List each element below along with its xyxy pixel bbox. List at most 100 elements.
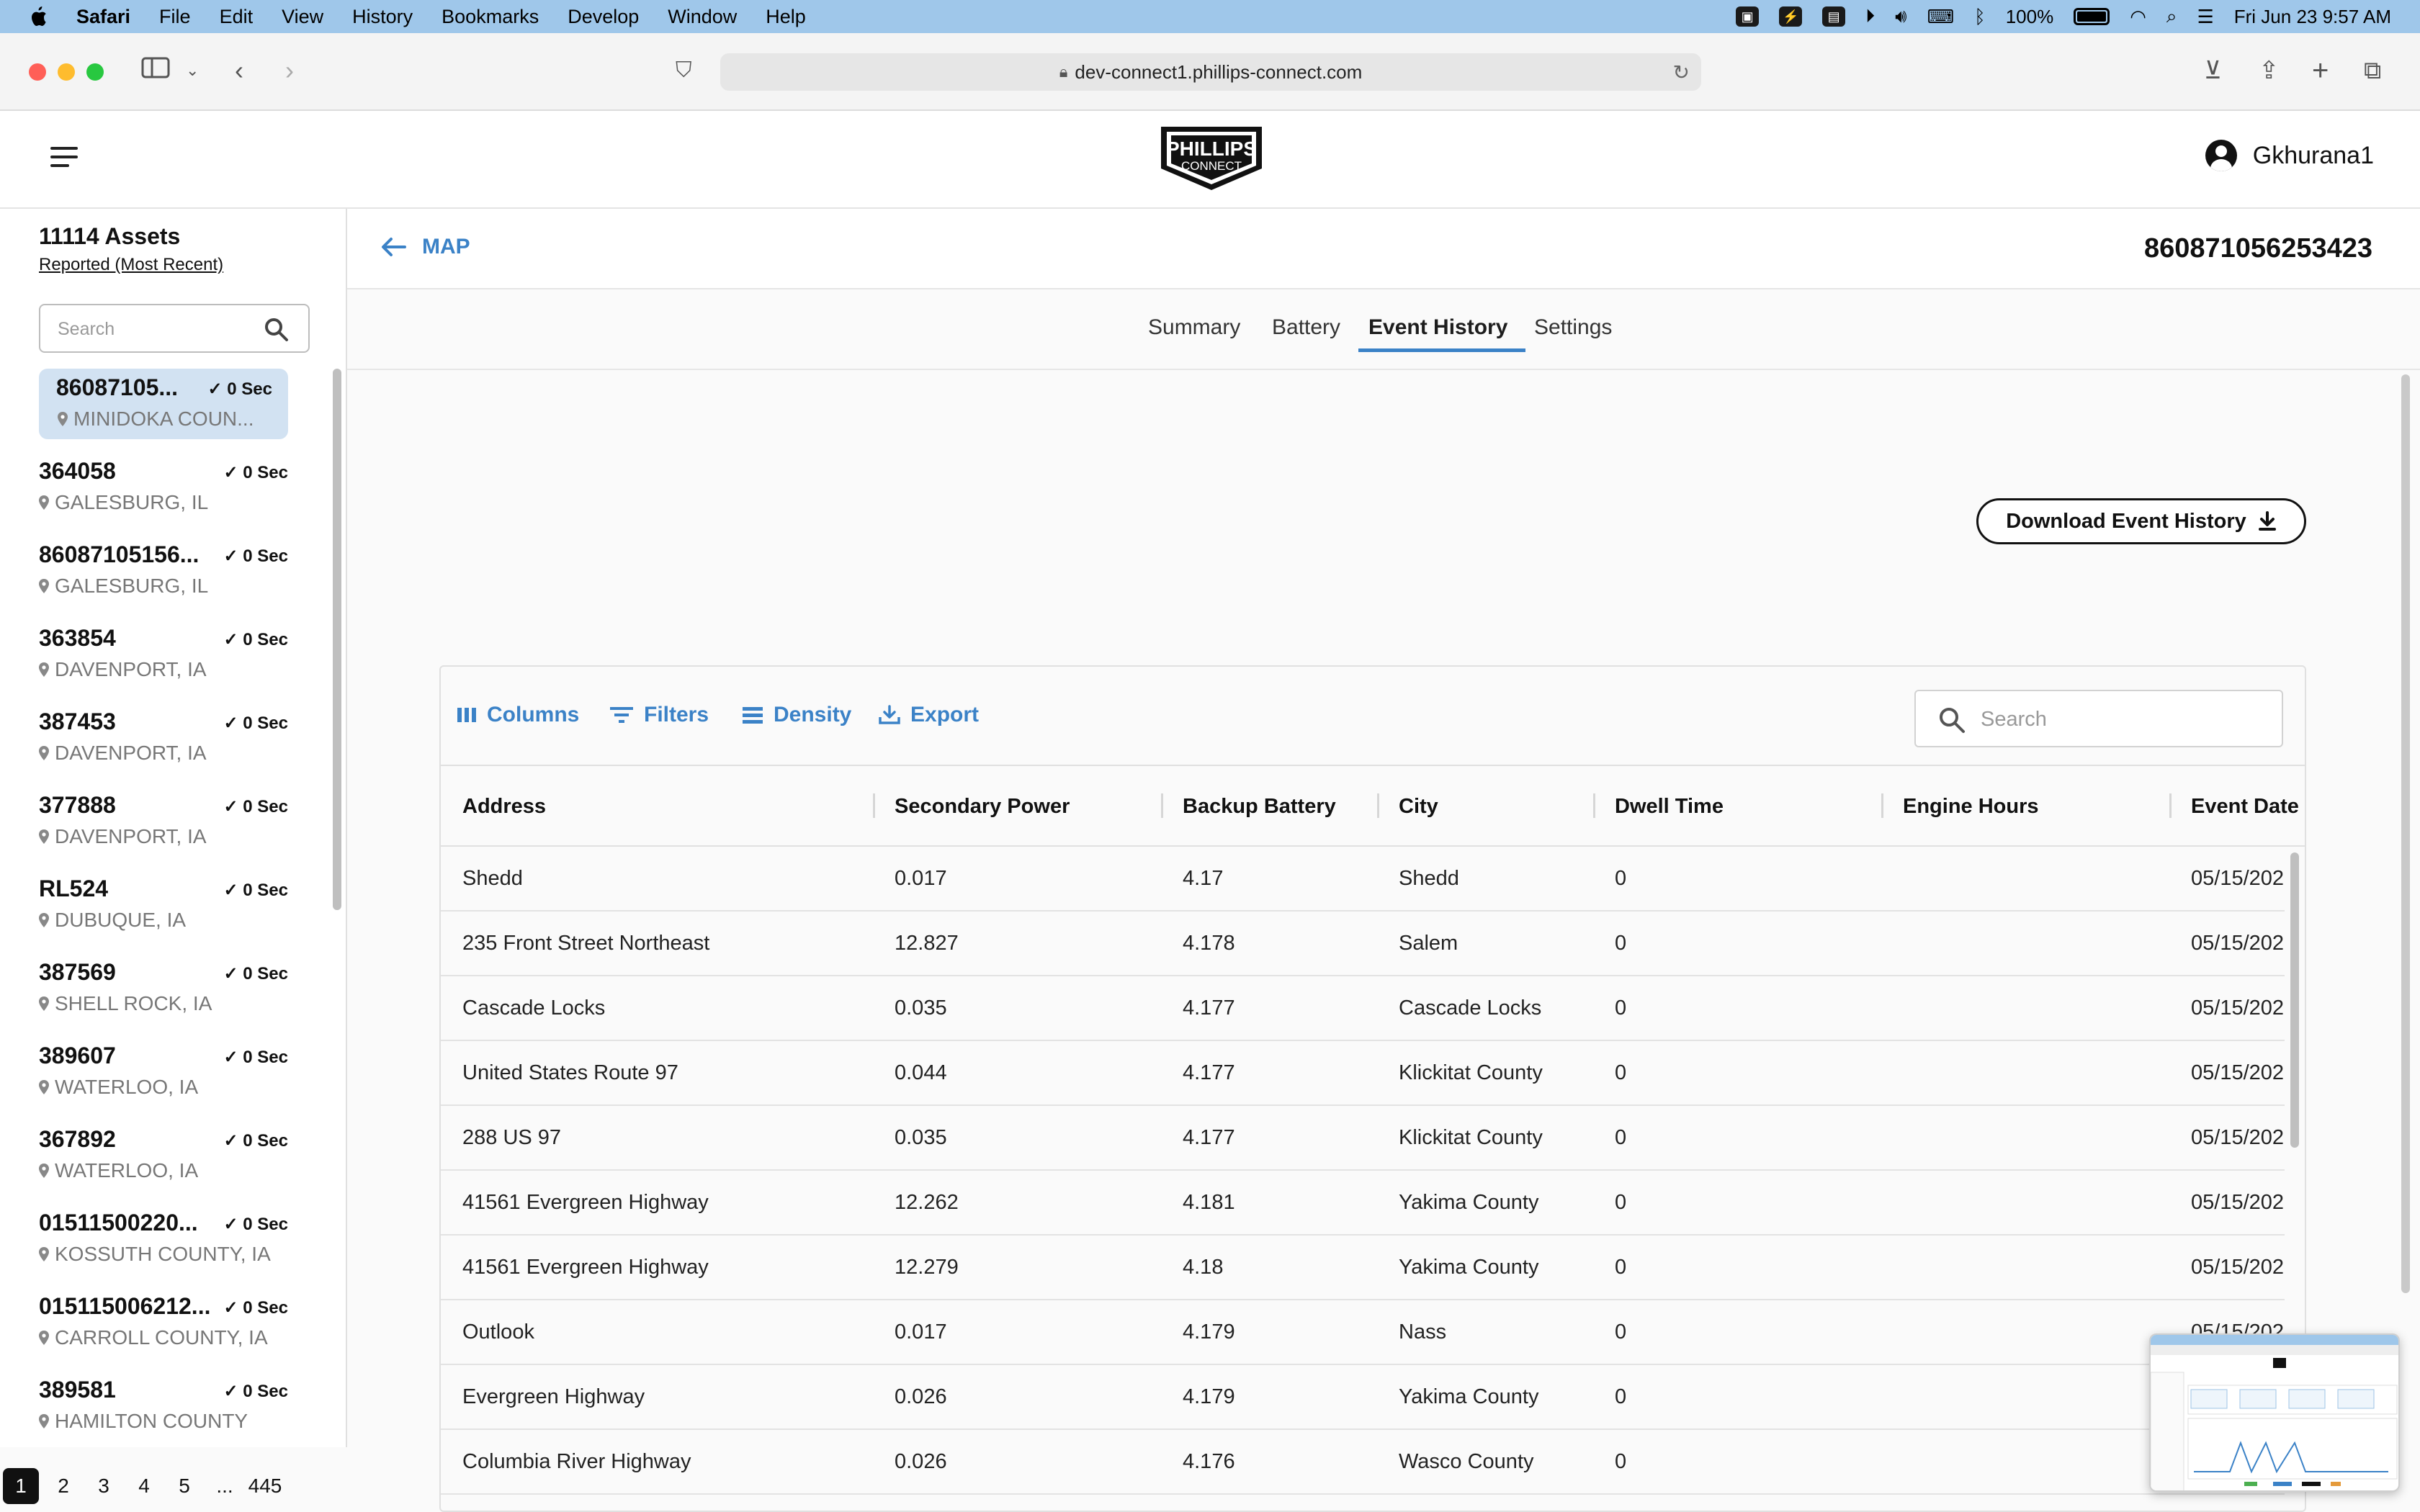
tab-settings[interactable]: Settings [1534,315,1612,340]
grid-scrollbar[interactable] [2290,852,2299,1148]
menu-edit[interactable]: Edit [220,6,254,28]
download-icon[interactable]: ⊻ [2204,55,2222,86]
page-button[interactable]: 2 [43,1468,84,1504]
column-resize-handle[interactable] [873,793,875,818]
table-row[interactable]: Shedd 0.017 4.17 Shedd 0 05/15/202 [441,847,2285,912]
menu-view[interactable]: View [282,6,323,28]
search-icon[interactable] [264,317,290,343]
volume-icon[interactable]: 🔊︎ [1895,5,1906,28]
play-icon[interactable]: ⏵ [1865,5,1875,28]
share-icon[interactable]: ⇪ [2259,55,2280,86]
asset-list-item[interactable]: 364058 ✓ 0 Sec GALESBURG, IL [39,452,288,523]
hamburger-menu-icon[interactable] [50,147,79,168]
column-header[interactable]: Secondary Power [895,795,1070,819]
table-row[interactable]: 235 Front Street Northeast 12.827 4.178 Sal… [441,912,2285,976]
menu-help[interactable]: Help [766,6,806,28]
asset-list-item[interactable]: 86087105156... ✓ 0 Sec GALESBURG, IL [39,536,288,606]
control-center-icon[interactable]: ☰ [2197,6,2213,28]
page-button[interactable]: 3 [84,1468,124,1504]
asset-list-item[interactable]: 387453 ✓ 0 Sec DAVENPORT, IA [39,703,288,773]
menu-app-name[interactable]: Safari [76,6,130,28]
asset-list-item[interactable]: 363854 ✓ 0 Sec DAVENPORT, IA [39,619,288,690]
column-resize-handle[interactable] [1161,793,1163,818]
asset-list-item[interactable]: 86087105... ✓ 0 Sec MINIDOKA COUN... [39,369,288,439]
asset-list-item[interactable]: 015115006212... ✓ 0 Sec CARROLL COUNTY, IA [39,1287,288,1358]
asset-list-item[interactable]: 367892 ✓ 0 Sec WATERLOO, IA [39,1120,288,1191]
apple-icon[interactable] [26,4,49,29]
columns-button[interactable]: Columns [457,703,579,727]
back-to-map-button[interactable]: MAP [380,235,470,259]
menu-bookmarks[interactable]: Bookmarks [442,6,539,28]
menu-develop[interactable]: Develop [568,6,639,28]
export-button[interactable]: Export [879,703,979,727]
menu-clock[interactable]: Fri Jun 23 9:57 AM [2234,6,2391,28]
menu-history[interactable]: History [352,6,413,28]
asset-list-item[interactable]: 377888 ✓ 0 Sec DAVENPORT, IA [39,786,288,857]
page-button[interactable]: 4 [124,1468,164,1504]
column-header[interactable]: Dwell Time [1615,795,1724,819]
column-header[interactable]: City [1399,795,1438,819]
density-button[interactable]: Density [742,703,851,727]
screenshot-thumbnail[interactable] [2149,1333,2400,1492]
column-header[interactable]: Backup Battery [1183,795,1336,819]
menu-file[interactable]: File [159,6,191,28]
asset-list-item[interactable]: 01511500220... ✓ 0 Sec KOSSUTH COUNTY, IA [39,1204,288,1274]
sidebar-toggle-icon[interactable] [141,55,170,86]
filters-button[interactable]: Filters [609,703,709,727]
table-row[interactable]: United States Route 97 0.044 4.177 Klickita… [441,1041,2285,1106]
tab-overview-icon[interactable]: ⧉ [2364,55,2381,86]
back-arrow-icon[interactable]: ‹ [235,55,243,86]
table-row[interactable]: 41561 Evergreen Highway 12.262 4.181 Yakima… [441,1171,2285,1236]
page-button[interactable]: 1 [3,1468,39,1504]
table-row[interactable]: Outlook 0.017 4.179 Nass 0 05/15/202 [441,1300,2285,1365]
wifi-icon[interactable]: ◠ [2130,6,2146,28]
battery-icon[interactable] [2074,8,2110,25]
column-header[interactable]: Event Date [2191,795,2299,819]
privacy-shield-icon[interactable]: ⛉ [676,55,692,86]
table-row[interactable]: Evergreen Highway 0.026 4.179 Yakima County… [441,1365,2285,1430]
close-window-button[interactable] [29,63,46,81]
grid-search-box[interactable] [1914,690,2283,747]
tab-event-history[interactable]: Event History [1368,315,1507,340]
forward-arrow-icon[interactable]: › [285,55,294,86]
table-row[interactable]: 288 US 97 0.035 4.177 Klickitat County 0 05/1… [441,1106,2285,1171]
asset-search-box[interactable] [39,304,310,353]
column-resize-handle[interactable] [1881,793,1883,818]
maximize-window-button[interactable] [86,63,104,81]
table-row[interactable]: Cascade Locks 0.035 4.177 Cascade Locks 0 05/… [441,976,2285,1041]
flash-icon[interactable]: ⚡ [1779,6,1803,27]
table-row[interactable]: Columbia River Highway 0.026 4.176 Wasco Co… [441,1430,2285,1495]
page-button[interactable]: 445 [245,1468,285,1504]
status-app-icon[interactable]: ▣ [1736,6,1760,27]
spotlight-search-icon[interactable]: ⌕ [2166,5,2177,28]
sort-link[interactable]: Reported (Most Recent) [39,255,223,275]
column-header[interactable]: Address [462,795,546,819]
download-event-history-button[interactable]: Download Event History [1976,498,2306,544]
asset-search-input[interactable] [58,317,266,341]
asset-list-item[interactable]: 389581 ✓ 0 Sec HAMILTON COUNTY [39,1371,288,1433]
column-header[interactable]: Engine Hours [1903,795,2039,819]
tab-battery[interactable]: Battery [1272,315,1340,340]
asset-list-item[interactable]: 387569 ✓ 0 Sec SHELL ROCK, IA [39,953,288,1024]
menu-window[interactable]: Window [668,6,737,28]
asset-list-item[interactable]: 389607 ✓ 0 Sec WATERLOO, IA [39,1037,288,1107]
column-resize-handle[interactable] [1377,793,1379,818]
new-tab-icon[interactable]: + [2312,55,2329,86]
keyboard-icon[interactable]: ⌨︎ [1927,6,1955,28]
column-resize-handle[interactable] [2169,793,2172,818]
sidebar-scrollbar[interactable] [333,369,341,910]
page-button[interactable]: 5 [164,1468,205,1504]
table-row[interactable]: 41561 Evergreen Highway 12.279 4.18 Yakima … [441,1236,2285,1300]
contacts-icon[interactable]: ▤ [1822,6,1846,27]
main-scrollbar[interactable] [2401,374,2410,1293]
chevron-down-icon[interactable]: ⌄ [186,55,199,86]
bluetooth-icon[interactable]: ᛒ [1974,6,1986,28]
address-bar[interactable]: 🔒︎ dev-connect1.phillips-connect.com ↻ [720,53,1701,91]
user-menu[interactable]: Gkhurana1 [2205,140,2374,171]
column-resize-handle[interactable] [1593,793,1595,818]
tab-summary[interactable]: Summary [1148,315,1240,340]
reload-icon[interactable]: ↻ [1673,60,1690,84]
minimize-window-button[interactable] [58,63,75,81]
asset-list-item[interactable]: RL524 ✓ 0 Sec DUBUQUE, IA [39,870,288,940]
grid-search-input[interactable] [1981,706,2269,733]
